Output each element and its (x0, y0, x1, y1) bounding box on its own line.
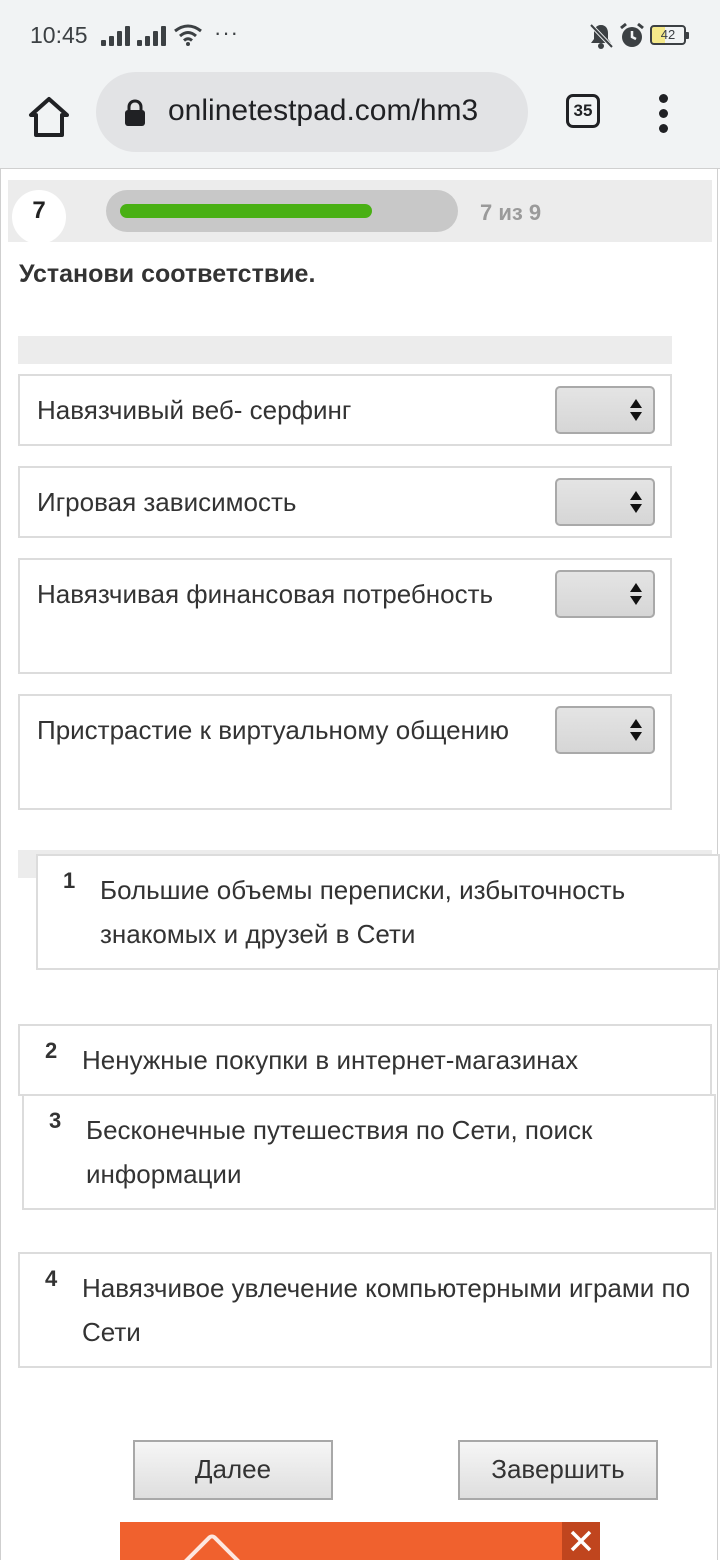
ad-banner[interactable] (120, 1522, 600, 1560)
url-text[interactable]: onlinetestpad.com/hm3 (168, 94, 510, 128)
progress-bar (106, 190, 458, 232)
wifi-icon (174, 24, 202, 46)
match-row-label: Навязчивая финансовая потребность (37, 579, 494, 609)
answer-number: 3 (49, 1108, 62, 1133)
match-table-header (18, 336, 672, 364)
match-row-label: Игровая зависимость (37, 487, 297, 517)
answer-text: Большие объемы переписки, избыточность з… (100, 875, 626, 949)
question-title: Установи соответствие. (19, 260, 316, 288)
lock-icon (125, 99, 145, 126)
answer-text: Бесконечные путешествия по Сети, поиск и… (86, 1115, 593, 1189)
select-arrows-icon (630, 399, 642, 421)
answer-text: Ненужные покупки в интернет-магазинах (82, 1045, 579, 1075)
tabs-icon[interactable]: 35 (566, 94, 600, 128)
next-button[interactable]: Далее (133, 1440, 333, 1500)
select-arrows-icon (630, 719, 642, 741)
home-icon[interactable] (26, 94, 72, 140)
signal-icon (137, 26, 167, 46)
answer-item[interactable]: 3 Бесконечные путешествия по Сети, поиск… (22, 1094, 716, 1210)
select-arrows-icon (630, 583, 642, 605)
answer-item[interactable]: 1 Большие объемы переписки, избыточность… (36, 854, 720, 970)
match-select[interactable] (555, 570, 655, 618)
close-icon[interactable] (562, 1522, 600, 1560)
select-arrows-icon (630, 491, 642, 513)
progress-fill (120, 204, 372, 218)
match-select[interactable] (555, 386, 655, 434)
answer-text: Навязчивое увлечение компьютерными играм… (82, 1273, 691, 1347)
match-row: Навязчивая финансовая потребность (18, 558, 672, 674)
browser-toolbar: onlinetestpad.com/hm3 35 (0, 72, 720, 169)
more-notifications-indicator: ··· (214, 20, 239, 45)
menu-icon[interactable] (646, 92, 682, 136)
answer-number: 1 (63, 868, 76, 893)
signal-icon (101, 26, 131, 46)
ad-logo-icon (178, 1532, 246, 1560)
answer-item[interactable]: 4 Навязчивое увлечение компьютерными игр… (18, 1252, 712, 1368)
finish-button[interactable]: Завершить (458, 1440, 658, 1500)
mute-icon (589, 23, 614, 49)
address-bar[interactable]: onlinetestpad.com/hm3 (96, 72, 528, 152)
answer-number: 2 (45, 1038, 58, 1063)
status-time: 10:45 (30, 22, 88, 48)
answer-number: 4 (45, 1266, 58, 1291)
match-select[interactable] (555, 706, 655, 754)
progress-label: 7 из 9 (480, 200, 542, 225)
match-row-label: Пристрастие к виртуальному общению (37, 715, 510, 745)
answer-item[interactable]: 2 Ненужные покупки в интернет-магазинах (18, 1024, 712, 1096)
match-row: Навязчивый веб- серфинг (18, 374, 672, 446)
match-select[interactable] (555, 478, 655, 526)
battery-icon: 42 (650, 25, 689, 45)
question-number: 7 (12, 190, 66, 244)
match-row: Игровая зависимость (18, 466, 672, 538)
status-bar: 10:45 ··· 42 (0, 0, 720, 72)
alarm-icon (620, 22, 644, 47)
match-row-label: Навязчивый веб- серфинг (37, 395, 352, 425)
match-row: Пристрастие к виртуальному общению (18, 694, 672, 810)
